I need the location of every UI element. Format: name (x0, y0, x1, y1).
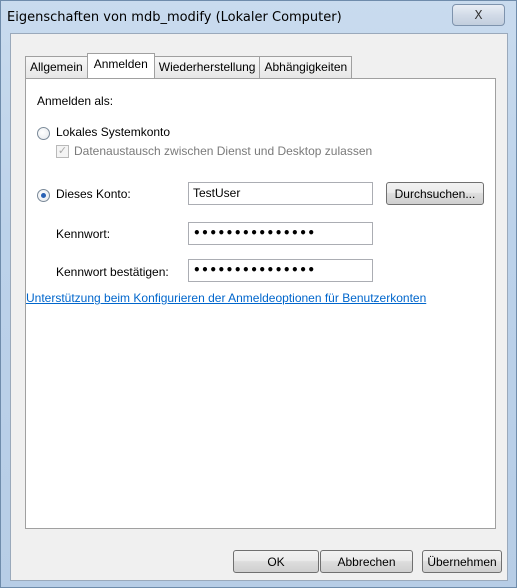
tab-wiederherstellung[interactable]: Wiederherstellung (153, 56, 261, 78)
browse-button[interactable]: Durchsuchen... (386, 182, 484, 205)
tab-anmelden[interactable]: Anmelden (86, 53, 155, 78)
desktop-interact-label: Datenaustausch zwischen Dienst und Deskt… (74, 144, 373, 158)
tab-allgemein[interactable]: Allgemein (25, 56, 88, 78)
checkmark-icon: ✓ (57, 145, 68, 157)
password-label: Kennwort: (56, 227, 111, 241)
confirm-password-input[interactable]: ••••••••••••••• (188, 259, 373, 282)
close-icon: X (474, 8, 483, 22)
close-button[interactable]: X (452, 4, 505, 26)
dialog-window: Eigenschaften von mdb_modify (Lokaler Co… (0, 0, 517, 588)
apply-button[interactable]: Übernehmen (422, 550, 502, 573)
this-account-label[interactable]: Dieses Konto: (56, 187, 131, 201)
this-account-radio[interactable] (37, 189, 50, 202)
confirm-password-label: Kennwort bestätigen: (56, 265, 169, 279)
logon-tab-panel: Anmelden als: Lokales Systemkonto ✓ Date… (25, 78, 496, 529)
account-input[interactable]: TestUser (188, 182, 373, 205)
tab-strip: Allgemein Anmelden Wiederherstellung Abh… (25, 53, 353, 78)
local-system-radio[interactable] (37, 127, 50, 140)
tab-abhaengigkeiten[interactable]: Abhängigkeiten (259, 56, 353, 78)
local-system-label[interactable]: Lokales Systemkonto (56, 125, 170, 139)
cancel-button[interactable]: Abbrechen (320, 550, 413, 573)
ok-button[interactable]: OK (233, 550, 319, 573)
password-input[interactable]: ••••••••••••••• (188, 222, 373, 245)
logon-help-link[interactable]: Unterstützung beim Konfigurieren der Anm… (26, 291, 426, 305)
window-title: Eigenschaften von mdb_modify (Lokaler Co… (7, 10, 342, 25)
dialog-client-area: Allgemein Anmelden Wiederherstellung Abh… (10, 33, 508, 581)
logon-as-heading: Anmelden als: (37, 94, 114, 108)
desktop-interact-checkbox[interactable]: ✓ (56, 145, 69, 158)
